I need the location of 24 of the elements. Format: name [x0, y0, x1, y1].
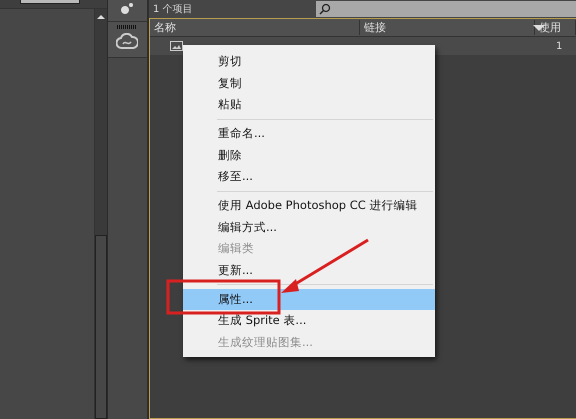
- table-cell-text: 1: [556, 40, 564, 52]
- menu-item[interactable]: 编辑方式...: [183, 216, 435, 238]
- menu-item[interactable]: 剪切: [183, 51, 435, 72]
- menu-item[interactable]: 移至...: [183, 166, 435, 188]
- menu-item[interactable]: 复制: [183, 72, 435, 94]
- scroll-up-icon[interactable]: [96, 13, 106, 21]
- menu-item[interactable]: 使用 Adobe Photoshop CC 进行编辑: [183, 195, 435, 216]
- dots-icon[interactable]: [120, 3, 134, 15]
- menu-item[interactable]: 删除: [183, 144, 435, 166]
- item-count: 1 个项目: [152, 3, 194, 16]
- search-icon: [319, 3, 331, 15]
- image-icon: [170, 41, 183, 51]
- menu-item[interactable]: 重命名...: [183, 123, 435, 144]
- grip-icon[interactable]: [117, 25, 138, 29]
- menu-item[interactable]: 生成 Sprite 表...: [183, 310, 435, 332]
- menu-item[interactable]: 更新...: [183, 260, 435, 281]
- cloud-icon[interactable]: [116, 33, 138, 51]
- menu-item[interactable]: 属性...: [183, 288, 435, 310]
- scroll-thumb[interactable]: [94, 235, 107, 419]
- search-field[interactable]: [316, 1, 576, 17]
- text-field[interactable]: [20, 0, 80, 4]
- menu-item[interactable]: 粘贴: [183, 94, 435, 116]
- column-header[interactable]: 名称: [150, 20, 360, 35]
- scrollbar[interactable]: [94, 9, 107, 419]
